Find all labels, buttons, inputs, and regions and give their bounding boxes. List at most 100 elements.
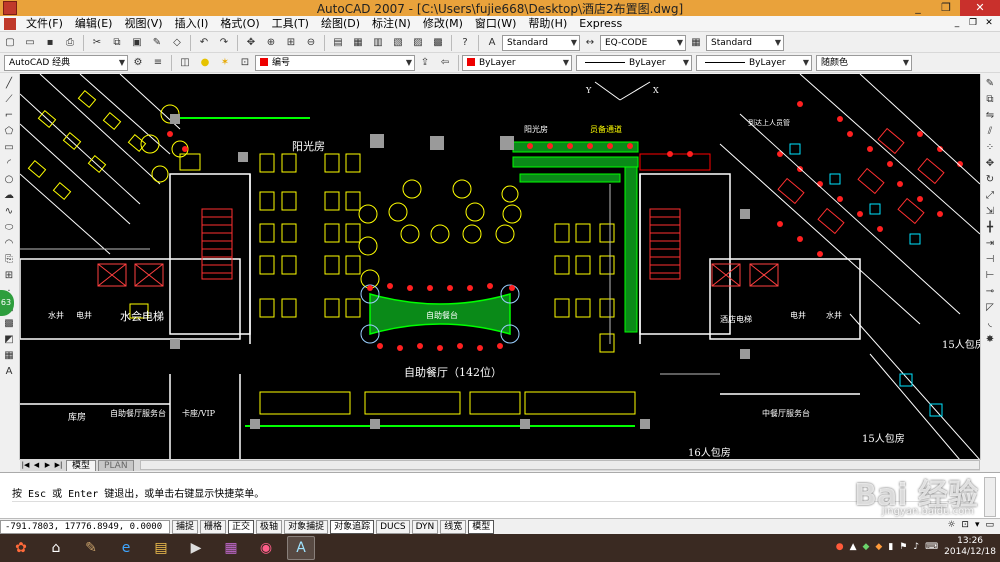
autocad-taskbar-icon[interactable]: A [287, 536, 315, 560]
osnap-toggle[interactable]: 对象捕捉 [284, 519, 329, 534]
scale-icon[interactable]: ⤢ [982, 188, 998, 202]
spline-icon[interactable]: ∿ [1, 204, 17, 218]
menu-draw[interactable]: 绘图(D) [315, 16, 366, 32]
document-icon[interactable] [4, 17, 16, 30]
explode-icon[interactable]: ✸ [982, 332, 998, 346]
first-tab-icon[interactable]: |◀ [20, 460, 31, 470]
last-tab-icon[interactable]: ▶| [53, 460, 64, 470]
move-icon[interactable]: ✥ [982, 156, 998, 170]
mtext-icon[interactable]: A [1, 364, 17, 378]
lock-toolbar-icon[interactable]: ⊡ [961, 520, 969, 530]
pan-icon[interactable]: ✥ [243, 35, 259, 51]
polar-toggle[interactable]: 极轴 [256, 519, 283, 534]
break-point-icon[interactable]: ⊣ [982, 252, 998, 266]
ortho-toggle[interactable]: 正交 [228, 519, 255, 534]
menu-view[interactable]: 视图(V) [118, 16, 168, 32]
layer-properties-icon[interactable]: ◫ [177, 55, 193, 71]
restore-button[interactable]: ❐ [932, 0, 960, 16]
tab-model[interactable]: 模型 [66, 459, 97, 471]
ie-browser-icon[interactable]: e [112, 536, 140, 560]
doc-minimize-icon[interactable]: _ [950, 17, 964, 30]
tray-volume-icon[interactable]: ♪ [913, 542, 919, 552]
doc-close-icon[interactable]: ✕ [982, 17, 996, 30]
undo-icon[interactable]: ↶ [196, 35, 212, 51]
menu-dimension[interactable]: 标注(N) [366, 16, 417, 32]
lineweight-toggle[interactable]: 线宽 [440, 519, 467, 534]
lineweight-select[interactable]: ByLayer ▼ [696, 54, 812, 71]
rotate-icon[interactable]: ↻ [982, 172, 998, 186]
lock-icon[interactable]: ⊡ [237, 55, 253, 71]
sun-icon[interactable]: ✶ [217, 55, 233, 71]
extend-icon[interactable]: ⇥ [982, 236, 998, 250]
table-icon[interactable]: ▦ [1, 348, 17, 362]
layer-select[interactable]: 编号 ▼ [255, 54, 415, 71]
fillet-icon[interactable]: ◟ [982, 316, 998, 330]
menu-express[interactable]: Express [573, 16, 628, 32]
save-icon[interactable]: ▪ [42, 35, 58, 51]
make-block-icon[interactable]: ⊞ [1, 268, 17, 282]
calculator-icon[interactable]: ▩ [430, 35, 446, 51]
layer-previous-icon[interactable]: ⇦ [437, 55, 453, 71]
menu-insert[interactable]: 插入(I) [169, 16, 215, 32]
menu-modify[interactable]: 修改(M) [417, 16, 469, 32]
sheet-set-icon[interactable]: ▧ [390, 35, 406, 51]
copy-icon[interactable]: ⧉ [109, 35, 125, 51]
command-scrollbar[interactable] [984, 477, 996, 517]
dyn-toggle[interactable]: DYN [411, 519, 439, 534]
table-style-select[interactable]: Standard ▼ [706, 34, 784, 51]
menu-tools[interactable]: 工具(T) [266, 16, 315, 32]
grid-toggle[interactable]: 栅格 [200, 519, 227, 534]
copy-object-icon[interactable]: ⧉ [982, 92, 998, 106]
ellipse-arc-icon[interactable]: ◠ [1, 236, 17, 250]
linetype-select[interactable]: ByLayer ▼ [576, 54, 692, 71]
help-icon[interactable]: ? [457, 35, 473, 51]
menu-file[interactable]: 文件(F) [20, 16, 69, 32]
construction-line-icon[interactable]: ⟋ [1, 92, 17, 106]
polyline-icon[interactable]: ⌐ [1, 108, 17, 122]
zoom-realtime-icon[interactable]: ⊕ [263, 35, 279, 51]
zoom-previous-icon[interactable]: ⊖ [303, 35, 319, 51]
tool-palettes-icon[interactable]: ▥ [370, 35, 386, 51]
markup-icon[interactable]: ▨ [410, 35, 426, 51]
plot-icon[interactable]: ⎙ [62, 35, 78, 51]
bulb-icon[interactable]: ● [197, 55, 213, 71]
trim-icon[interactable]: ╋ [982, 220, 998, 234]
mirror-icon[interactable]: ⇋ [982, 108, 998, 122]
clean-screen-icon[interactable]: ▭ [985, 520, 994, 530]
tab-plan[interactable]: PLAN [98, 459, 134, 471]
new-icon[interactable]: ▢ [2, 35, 18, 51]
command-window[interactable]: 按 Esc 或 Enter 键退出，或单击右键显示快捷菜单。 [0, 472, 1000, 518]
snap-toggle[interactable]: 捕捉 [172, 519, 199, 534]
command-input[interactable] [12, 501, 972, 515]
menu-format[interactable]: 格式(O) [214, 16, 265, 32]
make-current-icon[interactable]: ⇪ [417, 55, 433, 71]
menu-help[interactable]: 帮助(H) [522, 16, 573, 32]
chamfer-icon[interactable]: ◸ [982, 300, 998, 314]
ellipse-icon[interactable]: ⬭ [1, 220, 17, 234]
minimize-button[interactable]: _ [904, 0, 932, 16]
design-center-icon[interactable]: ▦ [350, 35, 366, 51]
tray-network-icon[interactable]: ▮ [888, 542, 893, 552]
cut-icon[interactable]: ✂ [89, 35, 105, 51]
file-explorer-icon[interactable]: ▤ [147, 536, 175, 560]
menu-edit[interactable]: 编辑(E) [69, 16, 119, 32]
home-icon[interactable]: ⌂ [42, 536, 70, 560]
block-editor-icon[interactable]: ◇ [169, 35, 185, 51]
region-icon[interactable]: ◩ [1, 332, 17, 346]
plotstyle-select[interactable]: 随颜色 ▼ [816, 54, 912, 71]
drawing-area[interactable]: 阳光房 阳光房 员备通道 水会电梯 水井 电井 自助餐台 自助餐厅（142位） … [20, 74, 980, 460]
erase-icon[interactable]: ✎ [982, 76, 998, 90]
next-tab-icon[interactable]: ▶ [42, 460, 53, 470]
revcloud-icon[interactable]: ☁ [1, 188, 17, 202]
polygon-icon[interactable]: ⬠ [1, 124, 17, 138]
line-icon[interactable]: ╱ [1, 76, 17, 90]
tray-flag-icon[interactable]: ⚑ [899, 542, 907, 552]
close-button[interactable]: ✕ [960, 0, 1000, 16]
winrar-icon[interactable]: ▦ [217, 536, 245, 560]
paste-icon[interactable]: ▣ [129, 35, 145, 51]
zoom-window-icon[interactable]: ⊞ [283, 35, 299, 51]
horizontal-scrollbar[interactable] [139, 460, 980, 470]
array-icon[interactable]: ⁘ [982, 140, 998, 154]
paint-icon[interactable]: ✎ [77, 536, 105, 560]
properties-icon[interactable]: ▤ [330, 35, 346, 51]
